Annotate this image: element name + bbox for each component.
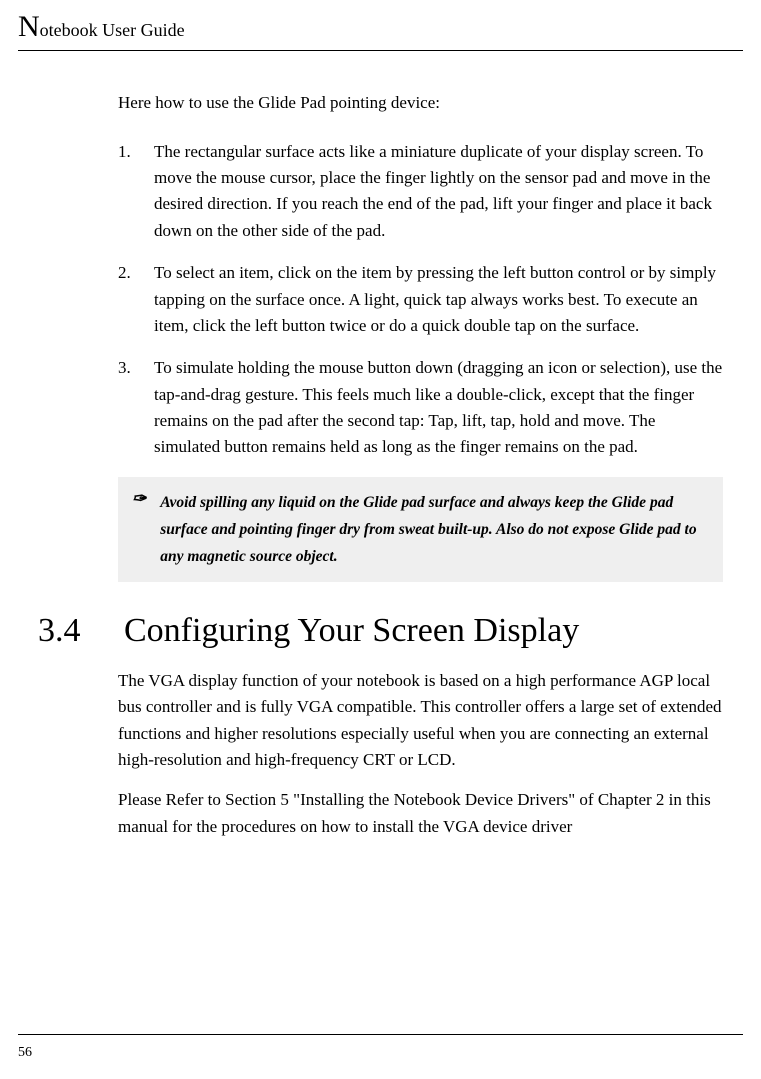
intro-text: Here how to use the Glide Pad pointing d…	[118, 91, 723, 115]
body-paragraph: Please Refer to Section 5 "Installing th…	[118, 787, 723, 840]
body-paragraph: The VGA display function of your noteboo…	[118, 668, 723, 773]
section-heading: 3.4 Configuring Your Screen Display	[38, 612, 723, 650]
note-callout: ✑ Avoid spilling any liquid on the Glide…	[118, 477, 723, 582]
section-number: 3.4	[38, 612, 102, 650]
header-title-text: otebook User Guide	[40, 20, 185, 40]
note-text: Avoid spilling any liquid on the Glide p…	[160, 489, 709, 570]
note-icon: ✑	[132, 489, 146, 570]
document-header: Notebook User Guide	[18, 10, 743, 51]
list-item: The rectangular surface acts like a mini…	[118, 139, 723, 244]
list-item: To select an item, click on the item by …	[118, 260, 723, 339]
section-title: Configuring Your Screen Display	[124, 612, 579, 650]
page-container: Notebook User Guide Here how to use the …	[0, 0, 761, 840]
page-number: 56	[18, 1045, 32, 1060]
content-area: Here how to use the Glide Pad pointing d…	[118, 91, 723, 840]
list-item: To simulate holding the mouse button dow…	[118, 355, 723, 460]
instruction-list: The rectangular surface acts like a mini…	[118, 139, 723, 461]
page-footer: 56	[18, 1034, 743, 1061]
header-drop-cap: N	[18, 10, 40, 43]
